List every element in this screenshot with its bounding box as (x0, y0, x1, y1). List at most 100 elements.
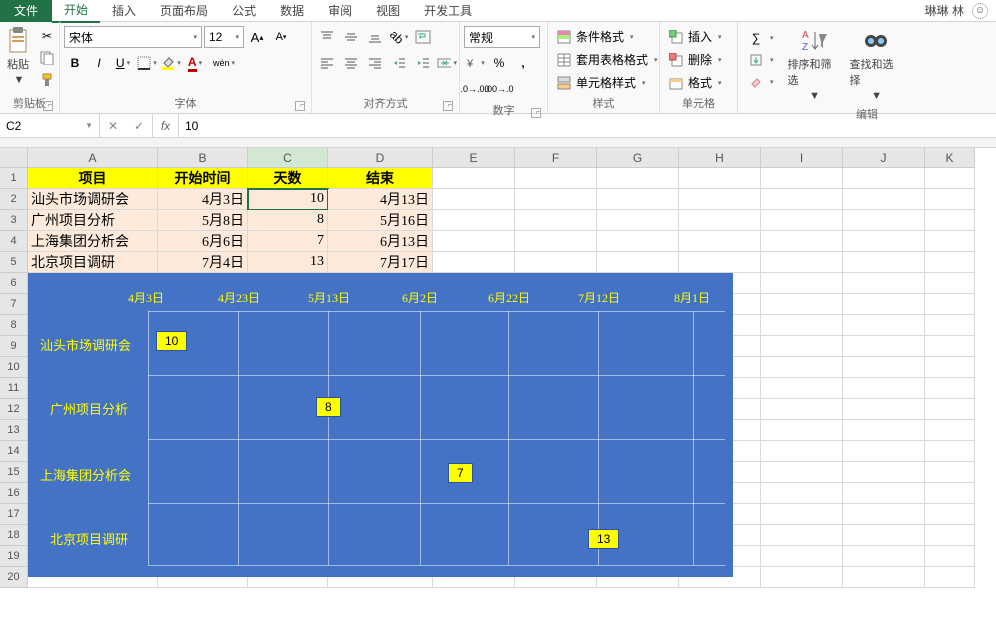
col-header-D[interactable]: D (328, 148, 433, 168)
cell[interactable]: 4月13日 (328, 189, 433, 210)
cell[interactable] (925, 357, 975, 378)
increase-indent-button[interactable] (412, 52, 434, 74)
cell[interactable] (597, 210, 679, 231)
insert-cells-button[interactable]: 插入▾ (664, 26, 726, 47)
font-color-button[interactable]: A▾ (184, 52, 206, 74)
cell[interactable] (597, 189, 679, 210)
cancel-formula-button[interactable]: ✕ (100, 119, 126, 133)
paste-button[interactable]: 粘贴 ▼ (4, 24, 32, 88)
cell[interactable] (925, 168, 975, 189)
cell[interactable]: 5月8日 (158, 210, 248, 231)
accounting-format-button[interactable]: ¥▾ (464, 52, 486, 74)
cell[interactable] (597, 231, 679, 252)
merge-center-button[interactable]: ▾ (436, 52, 458, 74)
cell[interactable]: 汕头市场调研会 (28, 189, 158, 210)
row-header-8[interactable]: 8 (0, 315, 28, 336)
font-size-select[interactable]: 12▾ (204, 26, 244, 48)
cell[interactable] (433, 231, 515, 252)
spreadsheet-grid[interactable]: ABCDEFGHIJK 1234567891011121314151617181… (0, 148, 996, 588)
cell[interactable] (679, 189, 761, 210)
tab-home[interactable]: 开始 (52, 0, 100, 23)
row-header-5[interactable]: 5 (0, 252, 28, 273)
row-header-4[interactable]: 4 (0, 231, 28, 252)
format-cells-button[interactable]: 格式▾ (664, 72, 726, 93)
delete-cells-button[interactable]: 删除▾ (664, 49, 726, 70)
cell[interactable] (925, 336, 975, 357)
cell[interactable] (515, 168, 597, 189)
cell[interactable] (761, 504, 843, 525)
cell[interactable] (515, 210, 597, 231)
comma-button[interactable]: , (512, 52, 534, 74)
cell[interactable] (433, 252, 515, 273)
row-header-12[interactable]: 12 (0, 399, 28, 420)
cell[interactable] (925, 294, 975, 315)
cell[interactable] (761, 168, 843, 189)
cell[interactable] (515, 189, 597, 210)
cell[interactable] (761, 441, 843, 462)
fill-button[interactable]: ▾ (744, 50, 778, 70)
align-middle-button[interactable] (340, 26, 362, 48)
table-format-button[interactable]: 套用表格格式▾ (552, 49, 662, 70)
col-header-I[interactable]: I (761, 148, 843, 168)
row-header-17[interactable]: 17 (0, 504, 28, 525)
tab-data[interactable]: 数据 (268, 0, 316, 22)
cell[interactable]: 5月16日 (328, 210, 433, 231)
cell[interactable] (843, 189, 925, 210)
cell[interactable] (761, 567, 843, 588)
cell[interactable] (761, 231, 843, 252)
cell[interactable] (433, 210, 515, 231)
decrease-font-button[interactable]: A▾ (270, 26, 292, 48)
number-format-select[interactable]: 常规▾ (464, 26, 540, 48)
cell[interactable] (843, 441, 925, 462)
row-header-13[interactable]: 13 (0, 420, 28, 441)
cell[interactable] (925, 189, 975, 210)
cell[interactable] (761, 483, 843, 504)
tab-insert[interactable]: 插入 (100, 0, 148, 22)
sort-filter-button[interactable]: AZ 排序和筛选▼ (786, 26, 842, 104)
cell[interactable] (925, 273, 975, 294)
cell-styles-button[interactable]: 单元格样式▾ (552, 72, 650, 93)
cell[interactable]: 13 (248, 252, 328, 273)
enter-formula-button[interactable]: ✓ (126, 119, 152, 133)
cell[interactable] (761, 420, 843, 441)
cell[interactable] (843, 315, 925, 336)
row-header-16[interactable]: 16 (0, 483, 28, 504)
bold-button[interactable]: B (64, 52, 86, 74)
cell[interactable] (925, 567, 975, 588)
feedback-icon[interactable]: ☺ (972, 3, 988, 19)
cell[interactable]: 结束 (328, 168, 433, 189)
format-painter-button[interactable] (36, 70, 58, 90)
row-header-9[interactable]: 9 (0, 336, 28, 357)
cell[interactable] (925, 231, 975, 252)
tab-formulas[interactable]: 公式 (220, 0, 268, 22)
cell[interactable]: 项目 (28, 168, 158, 189)
row-header-11[interactable]: 11 (0, 378, 28, 399)
tab-review[interactable]: 审阅 (316, 0, 364, 22)
align-right-button[interactable] (364, 52, 386, 74)
cell[interactable] (925, 210, 975, 231)
wrap-text-button[interactable] (412, 26, 434, 48)
cell[interactable] (597, 252, 679, 273)
increase-font-button[interactable]: A▴ (246, 26, 268, 48)
autosum-button[interactable]: ∑▾ (744, 28, 778, 48)
row-header-6[interactable]: 6 (0, 273, 28, 294)
underline-button[interactable]: U▾ (112, 52, 134, 74)
align-center-button[interactable] (340, 52, 362, 74)
align-left-button[interactable] (316, 52, 338, 74)
name-box[interactable]: C2▼ (0, 114, 100, 137)
row-header-15[interactable]: 15 (0, 462, 28, 483)
cell[interactable] (761, 294, 843, 315)
cell[interactable] (843, 504, 925, 525)
copy-button[interactable] (36, 48, 58, 68)
col-header-J[interactable]: J (843, 148, 925, 168)
col-header-B[interactable]: B (158, 148, 248, 168)
row-header-10[interactable]: 10 (0, 357, 28, 378)
cell[interactable] (761, 525, 843, 546)
decrease-indent-button[interactable] (388, 52, 410, 74)
cell[interactable] (843, 168, 925, 189)
cut-button[interactable]: ✂ (36, 26, 58, 46)
cell[interactable] (843, 420, 925, 441)
cell[interactable] (925, 483, 975, 504)
cell[interactable] (925, 378, 975, 399)
cell[interactable] (843, 252, 925, 273)
